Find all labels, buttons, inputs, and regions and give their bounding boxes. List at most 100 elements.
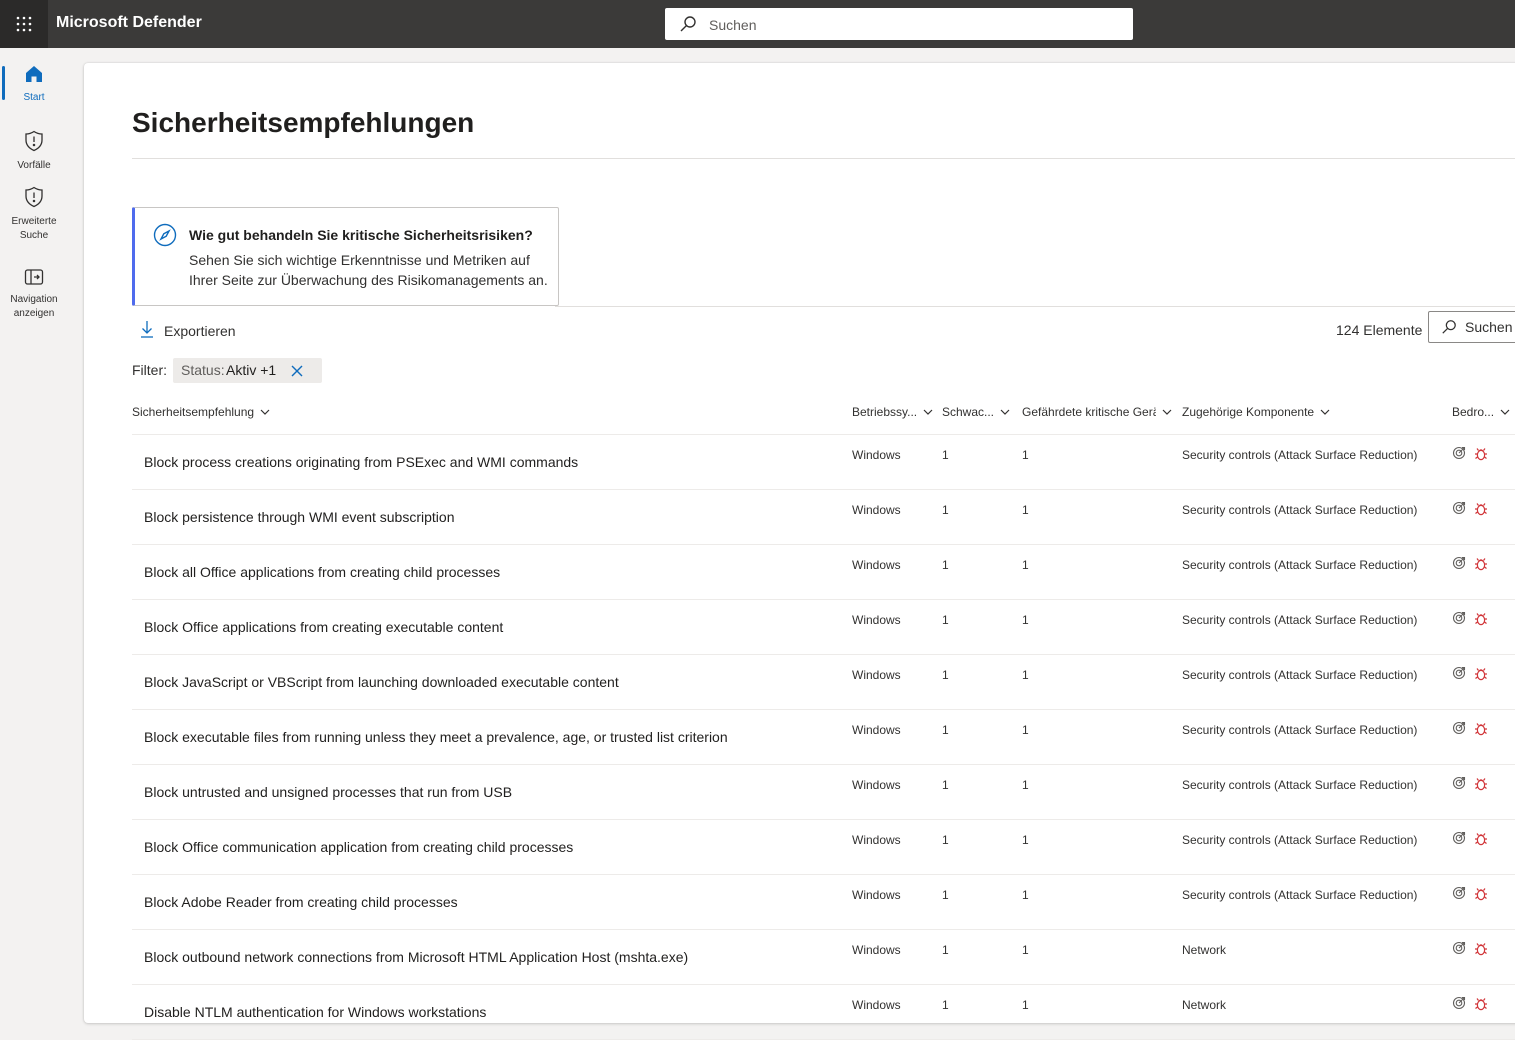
nav-label: Navigation anzeigen <box>10 294 58 319</box>
component-cell: Security controls (Attack Surface Reduct… <box>1182 778 1418 792</box>
close-icon[interactable] <box>291 364 303 380</box>
filter-label: Filter: <box>132 362 167 378</box>
component-cell: Security controls (Attack Surface Reduct… <box>1182 723 1418 737</box>
vulnerabilities-cell: 1 <box>942 558 949 572</box>
critical-devices-cell: 1 <box>1022 558 1029 572</box>
vulnerabilities-cell: 1 <box>942 723 949 737</box>
waffle-icon[interactable] <box>0 0 48 48</box>
os-cell: Windows <box>852 558 901 572</box>
column-header-label: Zugehörige Komponente <box>1182 405 1315 419</box>
export-button[interactable]: Exportieren <box>140 320 236 341</box>
os-cell: Windows <box>852 888 901 902</box>
page-title: Sicherheitsempfehlungen <box>132 107 475 138</box>
component-cell: Security controls (Attack Surface Reduct… <box>1182 613 1418 627</box>
threat-target-icon[interactable] <box>1452 886 1466 903</box>
bug-icon[interactable] <box>1474 941 1488 959</box>
recommendation-name: Block outbound network connections from … <box>144 949 689 965</box>
bug-icon[interactable] <box>1474 776 1488 794</box>
bug-icon[interactable] <box>1474 886 1488 904</box>
column-header-bedrohungen[interactable]: Bedro... <box>1452 405 1515 419</box>
os-cell: Windows <box>852 668 901 682</box>
table-row[interactable]: Block executable files from running unle… <box>132 710 1515 765</box>
table-row[interactable]: Block all Office applications from creat… <box>132 545 1515 600</box>
column-header-betriebssystem[interactable]: Betriebssy... <box>852 405 938 419</box>
threat-target-icon[interactable] <box>1452 666 1466 683</box>
insight-banner[interactable]: Wie gut behandeln Sie kritische Sicherhe… <box>132 207 559 306</box>
table-row[interactable]: Block outbound network connections from … <box>132 930 1515 985</box>
table-row[interactable]: Block Adobe Reader from creating child p… <box>132 875 1515 930</box>
threat-target-icon[interactable] <box>1452 721 1466 738</box>
critical-devices-cell: 1 <box>1022 613 1029 627</box>
os-cell: Windows <box>852 778 901 792</box>
recommendation-name: Block untrusted and unsigned processes t… <box>144 784 513 800</box>
bug-icon[interactable] <box>1474 831 1488 849</box>
bug-icon[interactable] <box>1474 721 1488 739</box>
os-cell: Windows <box>852 723 901 737</box>
divider <box>132 158 1515 159</box>
table-row[interactable]: Block Office communication application f… <box>132 820 1515 875</box>
compass-icon <box>153 223 177 252</box>
bug-icon[interactable] <box>1474 556 1488 574</box>
column-header-label: Sicherheitsempfehlung <box>132 405 255 419</box>
table-header: Sicherheitsempfehlung Betriebssy... Schw… <box>132 393 1515 435</box>
column-header-komponente[interactable]: Zugehörige Komponente <box>1182 405 1352 419</box>
threat-target-icon[interactable] <box>1452 831 1466 848</box>
os-cell: Windows <box>852 943 901 957</box>
column-header-label: Gefährdete kritische Gerät <box>1022 405 1156 419</box>
critical-devices-cell: 1 <box>1022 888 1029 902</box>
left-navigation: Start Vorfälle Erweiterte Suche Navigati… <box>0 48 68 1010</box>
download-icon <box>140 320 154 341</box>
threat-target-icon[interactable] <box>1452 776 1466 793</box>
nav-label: Erweiterte Suche <box>11 216 57 241</box>
component-cell: Security controls (Attack Surface Reduct… <box>1182 668 1418 682</box>
home-icon <box>0 64 68 89</box>
threat-target-icon[interactable] <box>1452 996 1466 1013</box>
bug-icon[interactable] <box>1474 611 1488 629</box>
bug-icon[interactable] <box>1474 446 1488 464</box>
threat-target-icon[interactable] <box>1452 611 1466 628</box>
nav-item-erweiterte-suche[interactable]: Erweiterte Suche <box>0 186 68 243</box>
column-header-gefaehrdete-geraete[interactable]: Gefährdete kritische Gerät <box>1022 405 1178 419</box>
component-cell: Security controls (Attack Surface Reduct… <box>1182 888 1418 902</box>
insight-body: Sehen Sie sich wichtige Erkenntnisse und… <box>189 252 548 288</box>
export-label: Exportieren <box>164 322 236 339</box>
nav-item-start[interactable]: Start <box>0 64 68 105</box>
column-header-label: Betriebssy... <box>852 405 918 419</box>
critical-devices-cell: 1 <box>1022 943 1029 957</box>
critical-devices-cell: 1 <box>1022 778 1029 792</box>
nav-item-vorfaelle[interactable]: Vorfälle <box>0 130 68 173</box>
vulnerabilities-cell: 1 <box>942 833 949 847</box>
filter-chip-status[interactable]: Status: Aktiv +1 <box>173 358 322 383</box>
app-title[interactable]: Microsoft Defender <box>56 14 202 32</box>
search-icon <box>679 15 697 38</box>
nav-label: Vorfälle <box>17 160 51 171</box>
table-row[interactable]: Disable NTLM authentication for Windows … <box>132 985 1515 1040</box>
threat-target-icon[interactable] <box>1452 556 1466 573</box>
table-row[interactable]: Block process creations originating from… <box>132 435 1515 490</box>
component-cell: Security controls (Attack Surface Reduct… <box>1182 448 1418 462</box>
table-row[interactable]: Block Office applications from creating … <box>132 600 1515 655</box>
vulnerabilities-cell: 1 <box>942 503 949 517</box>
bug-icon[interactable] <box>1474 996 1488 1014</box>
table-row[interactable]: Block JavaScript or VBScript from launch… <box>132 655 1515 710</box>
os-cell: Windows <box>852 833 901 847</box>
table-row[interactable]: Block untrusted and unsigned processes t… <box>132 765 1515 820</box>
column-header-schwachstellen[interactable]: Schwac... <box>942 405 1018 419</box>
shield-alert-icon <box>0 130 68 157</box>
nav-item-navigation-anzeigen[interactable]: Navigation anzeigen <box>0 268 68 321</box>
threat-target-icon[interactable] <box>1452 446 1466 463</box>
threat-target-icon[interactable] <box>1452 941 1466 958</box>
component-cell: Security controls (Attack Surface Reduct… <box>1182 503 1418 517</box>
bug-icon[interactable] <box>1474 666 1488 684</box>
global-search-input[interactable]: Suchen <box>665 8 1133 40</box>
divider <box>555 306 1515 307</box>
table-search-box[interactable]: Suchen <box>1428 311 1515 343</box>
critical-devices-cell: 1 <box>1022 503 1029 517</box>
critical-devices-cell: 1 <box>1022 448 1029 462</box>
table-search-label: Suchen <box>1465 319 1513 335</box>
top-bar: Microsoft Defender Suchen <box>0 0 1515 48</box>
table-row[interactable]: Block persistence through WMI event subs… <box>132 490 1515 545</box>
bug-icon[interactable] <box>1474 501 1488 519</box>
column-header-sicherheitsempfehlung[interactable]: Sicherheitsempfehlung <box>132 405 332 419</box>
threat-target-icon[interactable] <box>1452 501 1466 518</box>
